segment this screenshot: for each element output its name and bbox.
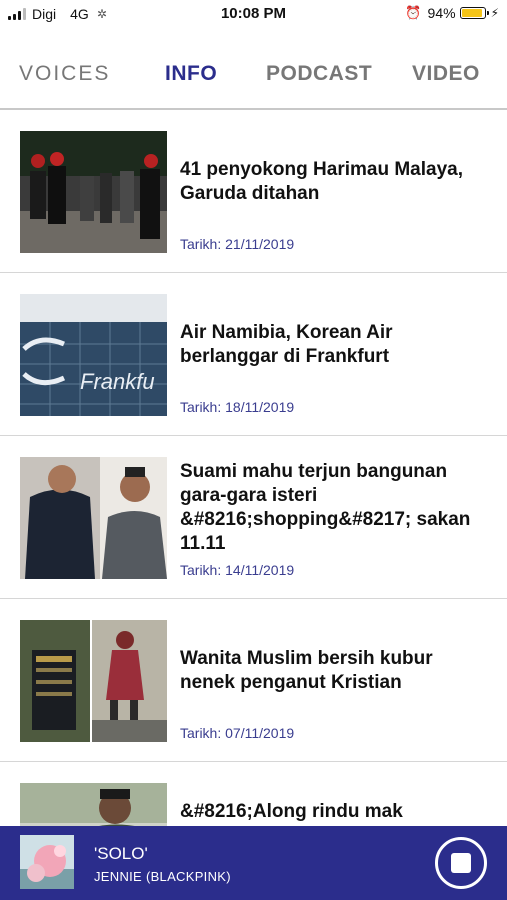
thumbnail-sign-text: Frankfu bbox=[80, 369, 155, 394]
article-title[interactable]: &#8216;Along rindu mak bbox=[180, 800, 490, 824]
article-thumbnail bbox=[20, 457, 167, 579]
article-title[interactable]: Suami mahu terjun bangunan gara-gara ist… bbox=[180, 460, 490, 556]
article-date: Tarikh: 14/11/2019 bbox=[180, 562, 295, 578]
stop-button[interactable] bbox=[435, 837, 487, 889]
article-thumbnail: Frankfu bbox=[20, 294, 167, 416]
article-date: Tarikh: 07/11/2019 bbox=[180, 725, 295, 741]
tab-podcast[interactable]: PODCAST bbox=[266, 62, 372, 86]
article-item[interactable]: 41 penyokong Harimau Malaya, Garuda dita… bbox=[0, 110, 507, 273]
article-item[interactable]: Wanita Muslim bersih kubur nenek penganu… bbox=[0, 599, 507, 762]
track-artist: JENNIE (BLACKPINK) bbox=[94, 869, 231, 884]
mini-player[interactable]: 'SOLO' JENNIE (BLACKPINK) bbox=[0, 826, 507, 900]
track-title: 'SOLO' bbox=[94, 844, 148, 863]
status-right: ⏰ 94% ⚡ bbox=[405, 5, 499, 21]
battery-fill bbox=[461, 9, 483, 17]
article-thumbnail bbox=[20, 620, 167, 742]
voices-logo[interactable]: VOICES bbox=[19, 62, 110, 86]
battery-percent: 94% bbox=[427, 5, 456, 21]
album-art bbox=[20, 835, 74, 889]
article-title[interactable]: 41 penyokong Harimau Malaya, Garuda dita… bbox=[180, 158, 490, 206]
article-thumbnail bbox=[20, 131, 167, 253]
article-title[interactable]: Wanita Muslim bersih kubur nenek penganu… bbox=[180, 647, 490, 695]
charging-icon: ⚡ bbox=[490, 6, 499, 20]
top-nav: VOICES INFO PODCAST VIDEO bbox=[0, 52, 507, 100]
stop-icon bbox=[451, 853, 471, 873]
article-list: 41 penyokong Harimau Malaya, Garuda dita… bbox=[0, 110, 507, 900]
tab-video[interactable]: VIDEO bbox=[412, 62, 480, 86]
article-item[interactable]: Frankfu Air Namibia, Korean Air berlangg… bbox=[0, 273, 507, 436]
status-bar: Digi 4G ✲ 10:08 PM ⏰ 94% ⚡ bbox=[0, 0, 507, 30]
alarm-icon: ⏰ bbox=[405, 5, 422, 20]
tab-info[interactable]: INFO bbox=[165, 62, 217, 86]
article-title[interactable]: Air Namibia, Korean Air berlanggar di Fr… bbox=[180, 321, 490, 369]
article-date: Tarikh: 18/11/2019 bbox=[180, 399, 295, 415]
article-item[interactable]: Suami mahu terjun bangunan gara-gara ist… bbox=[0, 436, 507, 599]
article-date: Tarikh: 21/11/2019 bbox=[180, 236, 295, 252]
battery-icon bbox=[459, 7, 489, 19]
